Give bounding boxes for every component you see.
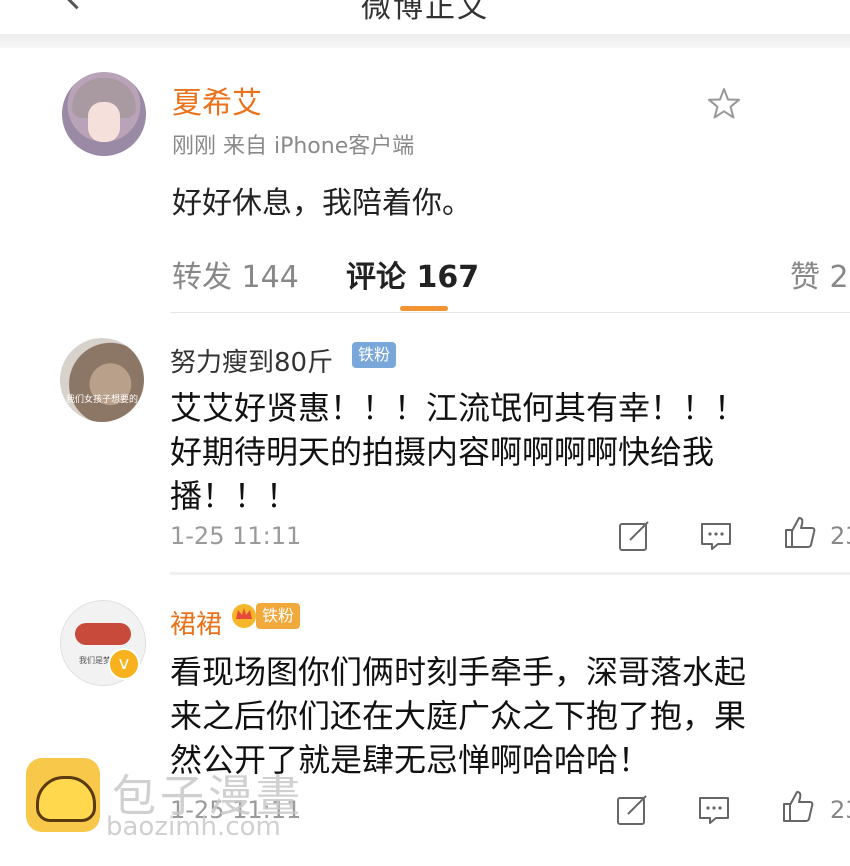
tab-comments[interactable]: 评论 167 bbox=[346, 252, 479, 296]
comment-separator bbox=[170, 572, 850, 575]
like-count: 23 bbox=[830, 796, 850, 824]
author-name[interactable]: 夏希艾 bbox=[172, 78, 262, 122]
verified-badge-icon: v bbox=[108, 648, 140, 680]
author-avatar[interactable] bbox=[62, 72, 146, 156]
avatar-caption: 我们女孩子想要的 bbox=[65, 395, 138, 405]
watermark-logo bbox=[26, 758, 100, 832]
thumbs-up-icon[interactable] bbox=[782, 514, 818, 550]
comment-avatar[interactable]: 我们女孩子想要的 bbox=[60, 338, 144, 422]
tabs-divider bbox=[170, 312, 850, 313]
tab-likes[interactable]: 赞 2 bbox=[790, 252, 849, 296]
header-shadow bbox=[0, 34, 850, 48]
post-meta: 刚刚 来自 iPhone客户端 bbox=[172, 134, 415, 159]
comment-icon[interactable] bbox=[696, 792, 732, 828]
thumbs-up-icon[interactable] bbox=[780, 788, 816, 824]
avatar-illustration bbox=[75, 623, 131, 645]
top-nav-bar: 微博正文 bbox=[0, 0, 850, 35]
active-tab-indicator bbox=[400, 306, 448, 311]
fan-badge: 铁粉 bbox=[352, 342, 397, 368]
fan-badge: 铁粉 bbox=[256, 603, 301, 629]
tab-repost[interactable]: 转发 144 bbox=[172, 252, 299, 296]
crown-icon bbox=[232, 604, 256, 628]
comment-time: 1-25 11:11 bbox=[170, 522, 302, 550]
page-title: 微博正文 bbox=[361, 0, 489, 25]
repost-icon[interactable] bbox=[614, 792, 650, 828]
comment-username[interactable]: 裙裙 bbox=[170, 604, 222, 641]
favorite-star-icon[interactable] bbox=[706, 86, 742, 122]
avatar-face bbox=[88, 102, 120, 142]
repost-icon[interactable] bbox=[616, 518, 652, 554]
like-count: 23 bbox=[830, 522, 850, 550]
comment-username[interactable]: 努力瘦到80斤 bbox=[170, 342, 333, 379]
watermark-url: baozimh.com bbox=[106, 812, 281, 842]
comment-text: 艾艾好贤惠！！！江流氓何其有幸！！！好期待明天的拍摄内容啊啊啊啊快给我播！！！ bbox=[170, 389, 747, 515]
bun-icon bbox=[36, 776, 96, 822]
post-text: 好好休息，我陪着你。 bbox=[172, 186, 472, 221]
comment-icon[interactable] bbox=[698, 518, 734, 554]
